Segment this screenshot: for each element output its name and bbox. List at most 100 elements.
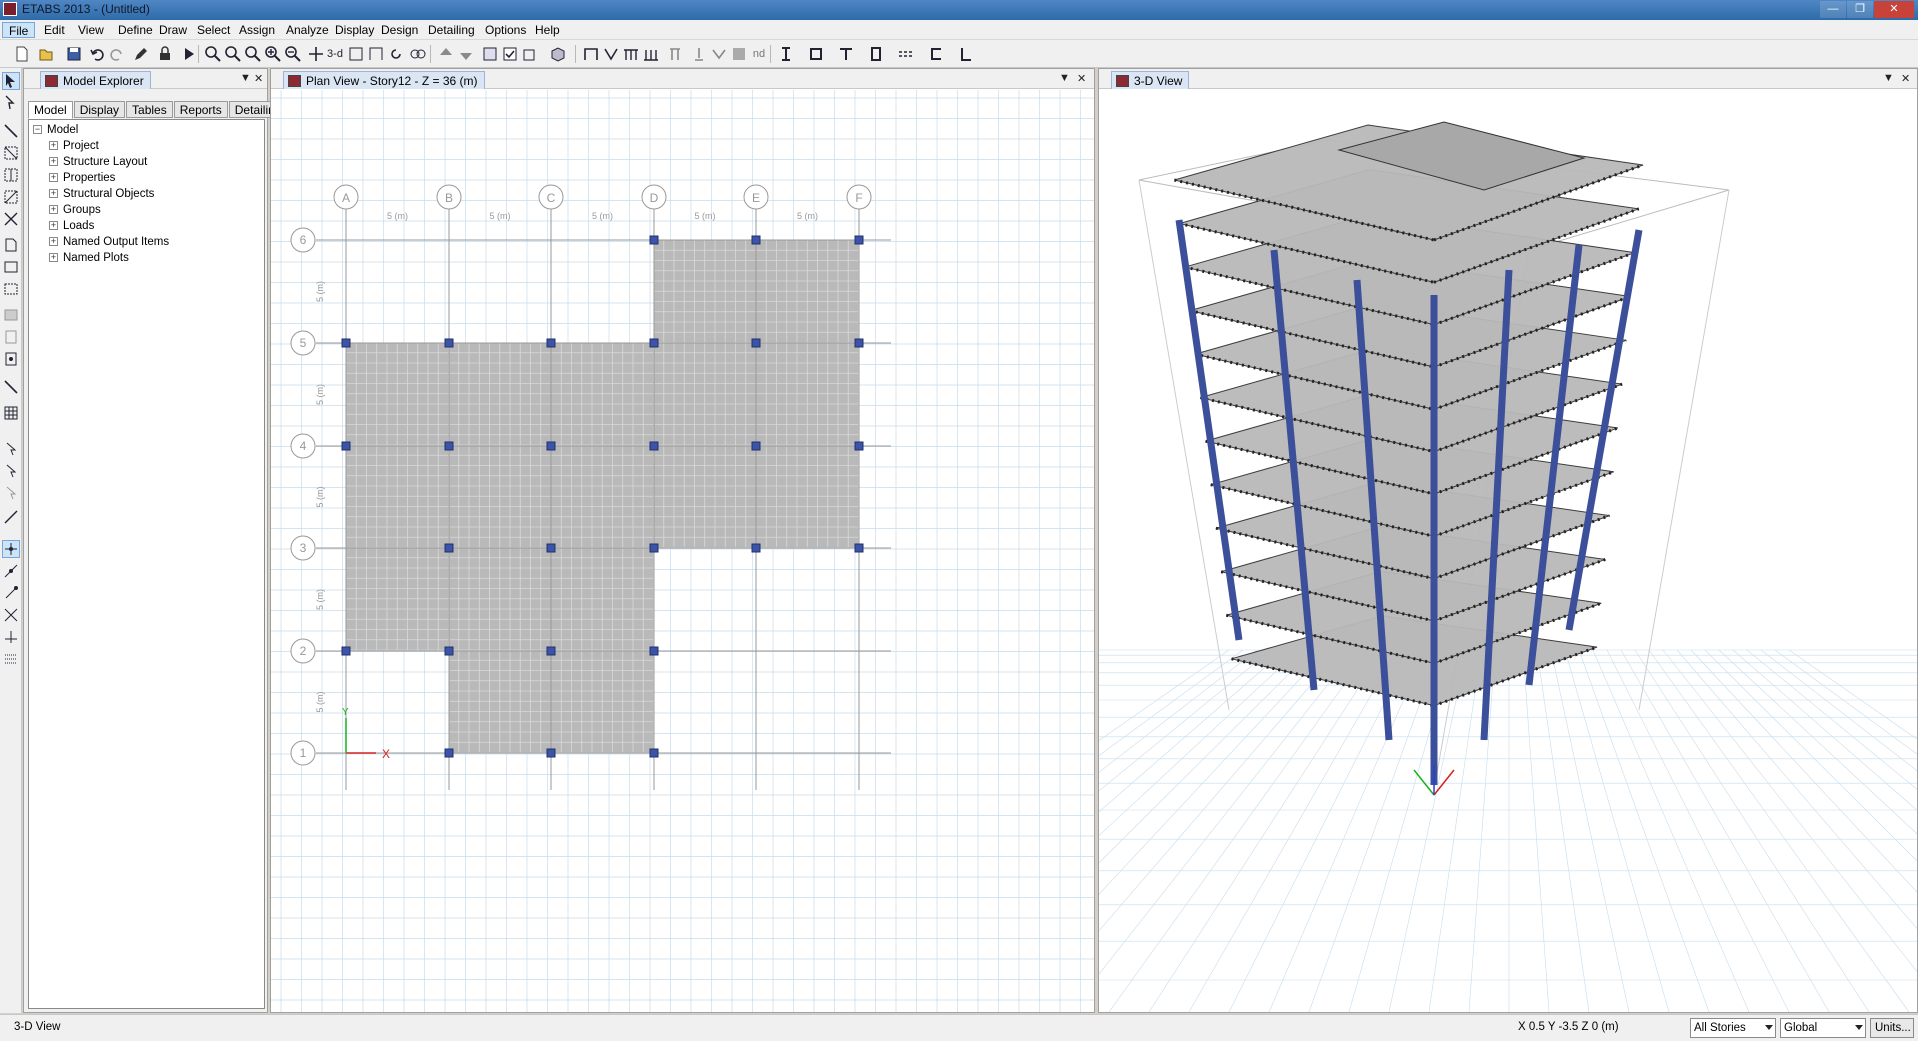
- nd-button[interactable]: nd: [749, 44, 769, 64]
- redo-icon[interactable]: [107, 44, 127, 64]
- draw-dimension-icon[interactable]: [2, 378, 20, 396]
- pane-dropdown-icon[interactable]: ▼: [240, 72, 251, 84]
- open-icon[interactable]: [36, 44, 56, 64]
- draw-grid-icon[interactable]: [2, 404, 20, 422]
- pan-icon[interactable]: [306, 44, 326, 64]
- snap-grid-icon[interactable]: [2, 650, 20, 668]
- elevation-view-icon[interactable]: [366, 44, 386, 64]
- pointer-select-icon[interactable]: [2, 72, 20, 90]
- snap-points-icon[interactable]: [2, 540, 20, 558]
- select-object-icon[interactable]: [520, 44, 540, 64]
- pane-dropdown-icon[interactable]: ▼: [1059, 72, 1070, 84]
- tab-model[interactable]: Model: [28, 101, 73, 119]
- section-angle-icon[interactable]: [956, 44, 976, 64]
- draw-section-cut-icon[interactable]: [2, 350, 20, 368]
- snap-intersection-icon[interactable]: [2, 606, 20, 624]
- draw-frame-icon[interactable]: [581, 44, 601, 64]
- reshape-icon[interactable]: [2, 94, 20, 112]
- collapse-icon[interactable]: −: [33, 125, 42, 135]
- expand-icon[interactable]: +: [49, 205, 58, 215]
- menu-edit[interactable]: Edit: [38, 22, 71, 38]
- tree-item-structural-objects[interactable]: + Structural Objects: [49, 186, 154, 202]
- draw-x-brace-icon[interactable]: [2, 210, 20, 228]
- tree-root-model[interactable]: − Model: [33, 122, 78, 138]
- menu-help[interactable]: Help: [529, 22, 566, 38]
- snap-end-icon[interactable]: [2, 584, 20, 602]
- run-analysis-icon[interactable]: [179, 44, 199, 64]
- menu-select[interactable]: Select: [191, 22, 236, 38]
- rotate-view-icon[interactable]: [386, 44, 406, 64]
- tree-item-properties[interactable]: + Properties: [49, 170, 115, 186]
- tree-item-named-output-items[interactable]: + Named Output Items: [49, 234, 169, 250]
- view-3d-button[interactable]: 3-d: [324, 44, 346, 64]
- draw-point-icon[interactable]: [689, 44, 709, 64]
- story-select[interactable]: All Stories: [1690, 1018, 1776, 1038]
- save-icon[interactable]: [64, 44, 84, 64]
- draw-secondary-beam-icon[interactable]: [641, 44, 661, 64]
- edit-pencil-icon[interactable]: [131, 44, 151, 64]
- tree-item-loads[interactable]: + Loads: [49, 218, 94, 234]
- zoom-full-icon[interactable]: [243, 44, 263, 64]
- tree-item-structure-layout[interactable]: + Structure Layout: [49, 154, 147, 170]
- draw-floor-icon[interactable]: [729, 44, 749, 64]
- tab-reports[interactable]: Reports: [173, 101, 228, 118]
- menu-file[interactable]: File: [2, 22, 36, 38]
- units-button[interactable]: Units...: [1870, 1018, 1914, 1038]
- draw-beam-icon[interactable]: [621, 44, 641, 64]
- expand-icon[interactable]: +: [49, 221, 58, 231]
- draw-wall-stack-icon[interactable]: [2, 328, 20, 346]
- plan-view-icon[interactable]: [346, 44, 366, 64]
- zoom-in-icon[interactable]: [263, 44, 283, 64]
- expand-icon[interactable]: +: [49, 189, 58, 199]
- pane-close-icon[interactable]: ✕: [1901, 72, 1910, 85]
- section-channel-icon[interactable]: [926, 44, 946, 64]
- snap-perpendicular-icon[interactable]: [2, 628, 20, 646]
- expand-icon[interactable]: +: [49, 141, 58, 151]
- coordinate-system-select[interactable]: Global: [1780, 1018, 1866, 1038]
- clear-selection-icon[interactable]: [2, 484, 20, 502]
- draw-opening-icon[interactable]: [2, 306, 20, 324]
- tab-display[interactable]: Display: [73, 101, 126, 118]
- restore-button[interactable]: ❐: [1847, 1, 1873, 18]
- undo-icon[interactable]: [87, 44, 107, 64]
- 3d-canvas[interactable]: [1099, 90, 1917, 1012]
- 3d-view-tab[interactable]: 3-D View: [1111, 71, 1190, 89]
- section-t-icon[interactable]: [836, 44, 856, 64]
- menu-analyze[interactable]: Analyze: [280, 22, 335, 38]
- draw-brace-region-icon[interactable]: [2, 188, 20, 206]
- menu-design[interactable]: Design: [375, 22, 424, 38]
- tree-item-named-plots[interactable]: + Named Plots: [49, 250, 129, 266]
- set-display-options-icon[interactable]: [480, 44, 500, 64]
- snap-line-icon[interactable]: [2, 562, 20, 580]
- draw-area-icon[interactable]: [2, 258, 20, 276]
- draw-beam-region-icon[interactable]: [2, 144, 20, 162]
- 3d-building-drawing[interactable]: [1099, 90, 1917, 1012]
- menu-view[interactable]: View: [72, 22, 110, 38]
- select-intersecting-icon[interactable]: [2, 508, 20, 526]
- close-window-button[interactable]: ✕: [1874, 1, 1914, 18]
- draw-line-icon[interactable]: [2, 122, 20, 140]
- draw-brace-icon[interactable]: [601, 44, 621, 64]
- expand-icon[interactable]: +: [49, 253, 58, 263]
- draw-rect-area-icon[interactable]: [2, 280, 20, 298]
- expand-icon[interactable]: +: [49, 157, 58, 167]
- draw-wall-icon[interactable]: [2, 236, 20, 254]
- pane-dropdown-icon[interactable]: ▼: [1883, 72, 1894, 84]
- new-model-icon[interactable]: [12, 44, 32, 64]
- select-previous-icon[interactable]: [2, 462, 20, 480]
- zoom-window-icon[interactable]: [203, 44, 223, 64]
- tab-tables[interactable]: Tables: [126, 101, 173, 118]
- expand-icon[interactable]: +: [49, 173, 58, 183]
- move-down-story-icon[interactable]: [456, 44, 476, 64]
- section-ibeam-icon[interactable]: [866, 44, 886, 64]
- check-icon[interactable]: [500, 44, 520, 64]
- section-box-icon[interactable]: [806, 44, 826, 64]
- plan-drawing[interactable]: A B C D E F 1 2 3 4 5 6 5 (m) 5 (m) 5 (m) 5 (m) 5 (m) 5 (…: [271, 90, 1094, 1012]
- draw-column-icon[interactable]: [665, 44, 685, 64]
- draw-column-region-icon[interactable]: [2, 166, 20, 184]
- menu-detailing[interactable]: Detailing: [422, 22, 481, 38]
- select-all-icon[interactable]: [2, 440, 20, 458]
- zoom-out-icon[interactable]: [283, 44, 303, 64]
- lock-icon[interactable]: [155, 44, 175, 64]
- menu-define[interactable]: Define: [112, 22, 159, 38]
